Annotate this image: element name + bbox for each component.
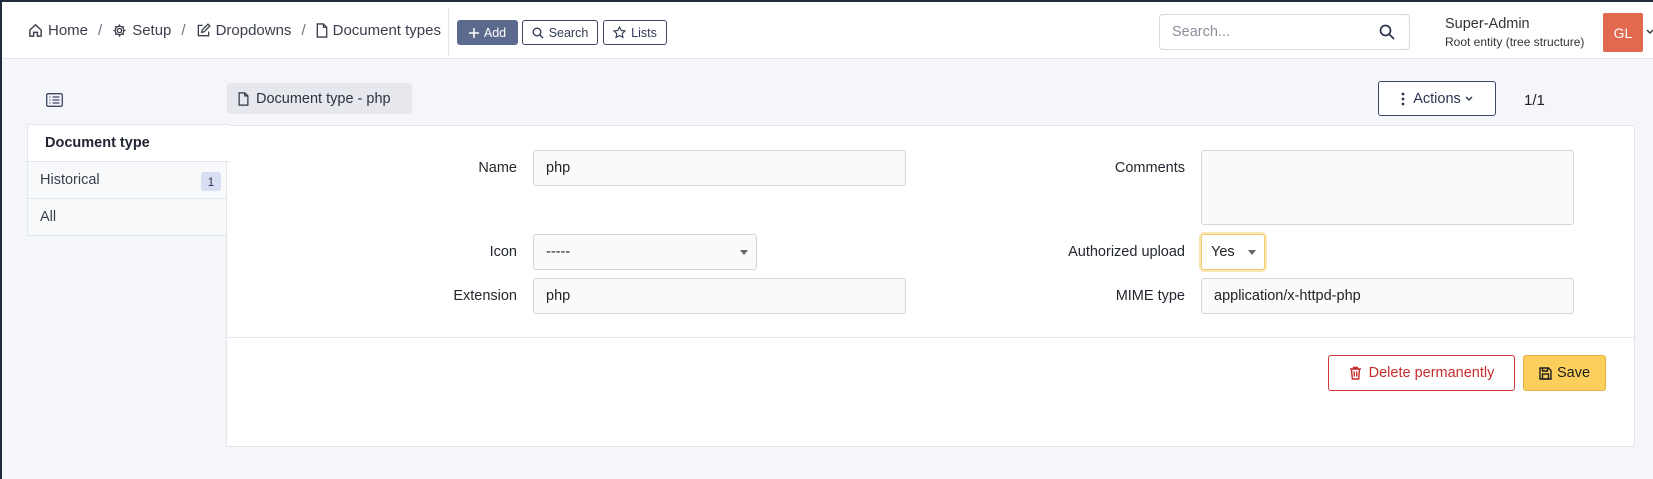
breadcrumb-home-label: Home [48, 22, 89, 39]
save-button[interactable]: Save [1523, 355, 1606, 391]
breadcrumb-setup[interactable]: Setup [112, 22, 171, 39]
breadcrumb-document-types[interactable]: Document types [316, 22, 441, 39]
breadcrumb-dropdowns[interactable]: Dropdowns [196, 22, 292, 39]
plus-icon [468, 27, 479, 38]
add-button[interactable]: Add [457, 20, 518, 45]
lists-button-label: Lists [631, 25, 657, 40]
breadcrumb-separator: / [181, 22, 186, 39]
search-icon [532, 27, 544, 38]
authorized-upload-label: Authorized upload [1068, 244, 1185, 260]
extension-label: Extension [453, 288, 517, 304]
delete-button-label: Delete permanently [1368, 365, 1495, 381]
icon-select[interactable]: ----- [533, 234, 757, 270]
gear-icon [113, 24, 126, 37]
count-badge: 1 [201, 172, 221, 191]
icon-select-value: ----- [546, 244, 571, 260]
more-vertical-icon [1401, 92, 1405, 105]
breadcrumb: Home / Setup / Dropdowns / Document type… [28, 22, 441, 39]
star-icon [613, 26, 627, 39]
edit-icon [197, 23, 211, 37]
chevron-down-icon[interactable] [1646, 29, 1653, 35]
tab-all-label: All [40, 209, 57, 225]
tab-historical[interactable]: Historical 1 [27, 161, 227, 199]
list-view-icon[interactable] [46, 93, 63, 107]
name-field[interactable] [533, 150, 906, 186]
actions-button[interactable]: Actions [1378, 81, 1496, 116]
user-entity[interactable]: Root entity (tree structure) [1445, 35, 1584, 49]
authorized-upload-select[interactable]: Yes [1201, 234, 1265, 270]
breadcrumb-home[interactable]: Home [28, 22, 88, 39]
chevron-down-icon [1465, 96, 1473, 101]
form-footer-divider [226, 337, 1635, 338]
global-search-input[interactable] [1160, 15, 1360, 49]
search-icon[interactable] [1379, 24, 1395, 40]
mime-type-field[interactable] [1201, 278, 1574, 314]
tab-document-type-label: Document type [45, 135, 150, 151]
breadcrumb-separator: / [301, 22, 306, 39]
mime-type-label: MIME type [1115, 288, 1185, 304]
icon-label: Icon [489, 244, 517, 260]
lists-button[interactable]: Lists [603, 20, 667, 45]
global-search [1159, 14, 1410, 50]
actions-button-label: Actions [1413, 90, 1461, 107]
save-icon [1539, 366, 1552, 380]
add-button-label: Add [483, 25, 507, 40]
search-button-label: Search [548, 25, 589, 40]
tab-document-type[interactable]: Document type [27, 124, 229, 162]
item-title: Document type - php [227, 83, 412, 114]
tab-historical-label: Historical [40, 172, 100, 188]
file-icon [238, 91, 249, 106]
breadcrumb-separator: / [98, 22, 103, 39]
user-name[interactable]: Super-Admin [1445, 16, 1530, 32]
breadcrumb-setup-label: Setup [132, 22, 172, 39]
item-title-label: Document type - php [256, 90, 391, 107]
window-edge-top [0, 0, 1653, 2]
extension-field[interactable] [533, 278, 906, 314]
home-icon [29, 23, 42, 37]
authorized-upload-value: Yes [1211, 244, 1235, 260]
save-button-label: Save [1556, 365, 1591, 381]
pager: 1/1 [1524, 92, 1545, 109]
comments-label: Comments [1114, 160, 1185, 176]
file-icon [316, 23, 327, 38]
comments-field[interactable] [1201, 150, 1574, 225]
header-divider [448, 8, 449, 55]
name-label: Name [478, 160, 517, 176]
top-bar: Home / Setup / Dropdowns / Document type… [2, 2, 1653, 59]
breadcrumb-dropdowns-label: Dropdowns [215, 22, 292, 39]
delete-permanently-button[interactable]: Delete permanently [1328, 355, 1515, 391]
trash-icon [1349, 366, 1361, 380]
avatar[interactable]: GL [1603, 13, 1643, 52]
breadcrumb-document-types-label: Document types [332, 22, 441, 39]
tab-all[interactable]: All [27, 198, 227, 236]
dropdown-caret-icon [1248, 250, 1256, 255]
dropdown-caret-icon [740, 250, 748, 255]
search-button[interactable]: Search [522, 20, 598, 45]
window-edge [0, 0, 2, 479]
